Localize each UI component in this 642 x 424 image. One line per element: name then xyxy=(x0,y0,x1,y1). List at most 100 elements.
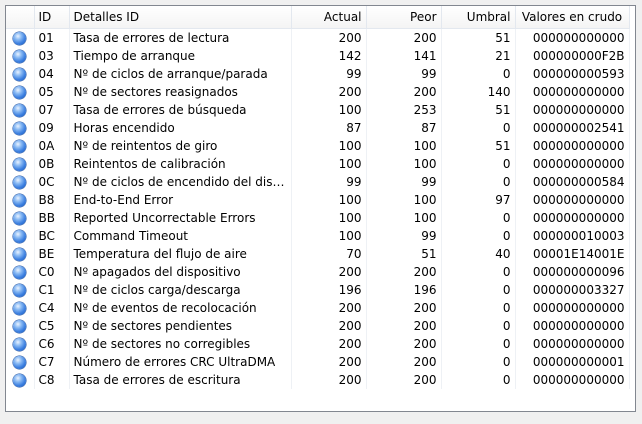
status-icon-cell xyxy=(6,227,35,245)
attribute-raw-value: 000000003327 xyxy=(515,281,630,299)
table-row[interactable]: BE Temperatura del flujo de aire 70 51 40 000… xyxy=(6,245,630,263)
smart-attributes-panel: ID Detalles ID Actual Peor Umbral Valore… xyxy=(5,5,636,412)
table-row[interactable]: 07 Tasa de errores de búsqueda 100 253 51 000… xyxy=(6,101,630,119)
table-row[interactable]: C7 Número de errores CRC UltraDMA 200 200 0 0… xyxy=(6,353,630,371)
attribute-actual: 100 xyxy=(291,155,367,173)
table-row[interactable]: 05 Nº de sectores reasignados 200 200 140 000… xyxy=(6,83,630,101)
attribute-id: 0B xyxy=(34,155,70,173)
column-header-details[interactable]: Detalles ID xyxy=(69,6,292,29)
table-row[interactable]: C5 Nº de sectores pendientes 200 200 0 000000… xyxy=(6,317,630,335)
attribute-id: BE xyxy=(34,245,70,263)
table-row[interactable]: C0 Nº apagados del dispositivo 200 200 0 0000… xyxy=(6,263,630,281)
table-row[interactable]: C8 Tasa de errores de escritura 200 200 0 000… xyxy=(6,371,630,389)
blue-orb-icon xyxy=(13,266,27,279)
attribute-id: 03 xyxy=(34,47,70,65)
table-header-row: ID Detalles ID Actual Peor Umbral Valore… xyxy=(6,6,630,29)
table-row[interactable]: 0C Nº de ciclos de encendido del disp... 9… xyxy=(6,173,630,191)
blue-orb-icon xyxy=(13,356,27,369)
attribute-id: B8 xyxy=(34,191,70,209)
attribute-threshold: 51 xyxy=(441,101,516,119)
attribute-name: Reported Uncorrectable Errors xyxy=(69,209,292,227)
table-row[interactable]: C1 Nº de ciclos carga/descarga 196 196 0 0000… xyxy=(6,281,630,299)
table-row[interactable]: 04 Nº de ciclos de arranque/parada 99 99 0 00… xyxy=(6,65,630,83)
attribute-id: C0 xyxy=(34,263,70,281)
attribute-threshold: 0 xyxy=(441,227,516,245)
status-icon-cell xyxy=(6,353,35,371)
status-icon-cell xyxy=(6,335,35,353)
attribute-threshold: 0 xyxy=(441,281,516,299)
attribute-id: C1 xyxy=(34,281,70,299)
table-row[interactable]: 03 Tiempo de arranque 142 141 21 000000000F2B xyxy=(6,47,630,65)
attribute-id: BC xyxy=(34,227,70,245)
attribute-threshold: 0 xyxy=(441,155,516,173)
table-row[interactable]: BB Reported Uncorrectable Errors 100 100 0 00… xyxy=(6,209,630,227)
attribute-id: 07 xyxy=(34,101,70,119)
status-icon-cell xyxy=(6,245,35,263)
status-icon-cell xyxy=(6,371,35,389)
attribute-name: Nº de ciclos carga/descarga xyxy=(69,281,292,299)
attribute-actual: 200 xyxy=(291,371,367,389)
column-header-status[interactable] xyxy=(6,6,35,29)
attribute-id: 01 xyxy=(34,28,70,47)
table-row[interactable]: C6 Nº de sectores no corregibles 200 200 0 00… xyxy=(6,335,630,353)
column-header-worst[interactable]: Peor xyxy=(366,6,442,29)
table-row[interactable]: 01 Tasa de errores de lectura 200 200 51 0000… xyxy=(6,28,630,47)
blue-orb-icon xyxy=(13,284,27,297)
attribute-id: C7 xyxy=(34,353,70,371)
attribute-worst: 99 xyxy=(366,173,442,191)
table-row[interactable]: 0B Reintentos de calibración 100 100 0 000000… xyxy=(6,155,630,173)
attribute-actual: 200 xyxy=(291,263,367,281)
attribute-actual: 200 xyxy=(291,28,367,47)
blue-orb-icon xyxy=(13,374,27,387)
attribute-id: C8 xyxy=(34,371,70,389)
attribute-actual: 196 xyxy=(291,281,367,299)
blue-orb-icon xyxy=(13,140,27,153)
status-icon-cell xyxy=(6,101,35,119)
table-row[interactable]: C4 Nº de eventos de recolocación 200 200 0 00… xyxy=(6,299,630,317)
table-row[interactable]: 0A Nº de reintentos de giro 100 100 51 000000… xyxy=(6,137,630,155)
smart-attributes-table: ID Detalles ID Actual Peor Umbral Valore… xyxy=(6,6,630,389)
status-icon-cell xyxy=(6,65,35,83)
attribute-raw-value: 000000000F2B xyxy=(515,47,630,65)
status-icon-cell xyxy=(6,317,35,335)
attribute-worst: 100 xyxy=(366,209,442,227)
attribute-id: C4 xyxy=(34,299,70,317)
attribute-id: 04 xyxy=(34,65,70,83)
attribute-name: Nº de ciclos de encendido del disp... xyxy=(69,173,292,191)
attribute-worst: 200 xyxy=(366,83,442,101)
status-icon-cell xyxy=(6,155,35,173)
attribute-raw-value: 000000000000 xyxy=(515,137,630,155)
attribute-actual: 100 xyxy=(291,227,367,245)
attribute-worst: 200 xyxy=(366,317,442,335)
attribute-worst: 253 xyxy=(366,101,442,119)
attribute-actual: 99 xyxy=(291,173,367,191)
attribute-raw-value: 000000000000 xyxy=(515,317,630,335)
attribute-threshold: 40 xyxy=(441,245,516,263)
attribute-raw-value: 000000000000 xyxy=(515,299,630,317)
attribute-raw-value: 000000000000 xyxy=(515,83,630,101)
attribute-raw-value: 000000000001 xyxy=(515,353,630,371)
column-header-threshold[interactable]: Umbral xyxy=(441,6,516,29)
attribute-threshold: 0 xyxy=(441,353,516,371)
table-row[interactable]: BC Command Timeout 100 99 0 000000010003 xyxy=(6,227,630,245)
attribute-name: Tasa de errores de lectura xyxy=(69,28,292,47)
attribute-worst: 51 xyxy=(366,245,442,263)
table-row[interactable]: 09 Horas encendido 87 87 0 000000002541 xyxy=(6,119,630,137)
column-header-actual[interactable]: Actual xyxy=(291,6,367,29)
attribute-raw-value: 000000000000 xyxy=(515,191,630,209)
attribute-actual: 100 xyxy=(291,209,367,227)
attribute-name: Número de errores CRC UltraDMA xyxy=(69,353,292,371)
blue-orb-icon xyxy=(13,122,27,135)
table-row[interactable]: B8 End-to-End Error 100 100 97 000000000000 xyxy=(6,191,630,209)
attribute-raw-value: 000000000000 xyxy=(515,209,630,227)
blue-orb-icon xyxy=(13,212,27,225)
attribute-threshold: 97 xyxy=(441,191,516,209)
attribute-name: Nº de ciclos de arranque/parada xyxy=(69,65,292,83)
column-header-raw-values[interactable]: Valores en crudo xyxy=(515,6,630,29)
attribute-actual: 142 xyxy=(291,47,367,65)
status-icon-cell xyxy=(6,83,35,101)
attribute-worst: 200 xyxy=(366,335,442,353)
column-header-id[interactable]: ID xyxy=(34,6,70,29)
blue-orb-icon xyxy=(13,32,27,45)
attribute-worst: 141 xyxy=(366,47,442,65)
